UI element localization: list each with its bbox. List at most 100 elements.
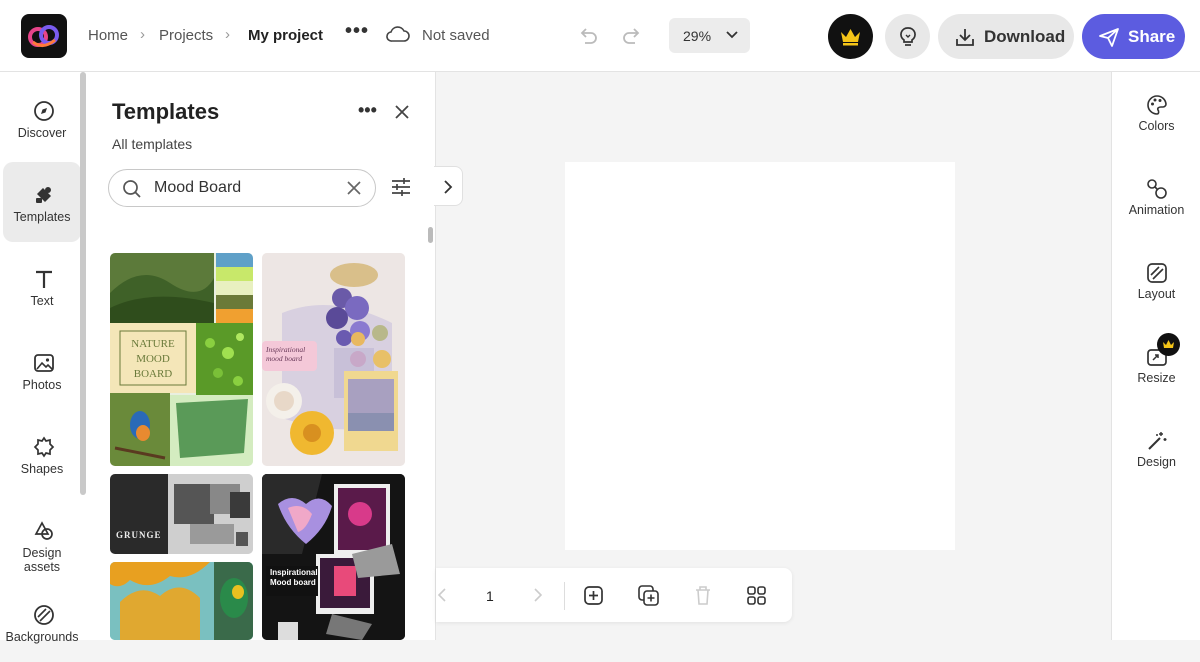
previous-page-icon[interactable] — [436, 588, 448, 602]
share-button[interactable]: Share — [1082, 14, 1185, 59]
redo-icon[interactable] — [621, 24, 643, 46]
chevron-right-icon — [444, 180, 453, 194]
page-number: 1 — [486, 588, 494, 604]
rail-label: Layout — [1137, 287, 1176, 301]
rail-label: Animation — [1128, 203, 1185, 217]
download-label: Download — [984, 27, 1066, 46]
breadcrumb-home[interactable]: Home — [88, 27, 128, 44]
send-icon — [1099, 28, 1119, 47]
rail-item-text[interactable]: Text — [3, 246, 81, 326]
rail-item-design-assets[interactable]: Design assets — [3, 498, 81, 578]
templates-icon — [36, 187, 51, 203]
page-toolbar: 1 — [436, 568, 792, 622]
photo-icon — [34, 354, 54, 372]
rail-item-design[interactable]: Design — [1112, 408, 1200, 488]
template-thumbnail — [262, 474, 405, 640]
toolbar-divider — [564, 582, 565, 610]
save-status: Not saved — [422, 27, 490, 44]
template-caption: GRUNGE — [116, 530, 162, 540]
zoom-value: 29% — [683, 28, 712, 44]
template-caption: Inspirational Mood board — [270, 568, 318, 587]
panel-more-icon[interactable]: ••• — [358, 100, 377, 121]
lightbulb-icon — [900, 27, 916, 46]
rail-item-discover[interactable]: Discover — [3, 78, 81, 158]
rail-item-shapes[interactable]: Shapes — [3, 414, 81, 494]
left-rail: Discover Templates Text Photos Shapes De… — [0, 72, 88, 644]
shapes-icon — [33, 436, 55, 458]
right-rail: Colors Animation Layout Resize Design — [1111, 72, 1200, 640]
rail-item-layout[interactable]: Layout — [1112, 240, 1200, 320]
rail-scrollbar[interactable] — [80, 72, 86, 495]
zoom-dropdown[interactable]: 29% — [669, 18, 750, 53]
magic-wand-icon — [1148, 432, 1167, 450]
rail-label: Templates — [13, 210, 71, 224]
collapse-panel-button[interactable] — [434, 166, 463, 206]
breadcrumb-projects[interactable]: Projects — [159, 27, 213, 44]
rail-item-templates[interactable]: Templates — [3, 162, 81, 242]
grid-view-icon[interactable] — [746, 585, 767, 606]
text-icon — [36, 270, 52, 288]
rail-label: Backgrounds — [5, 630, 79, 644]
design-canvas[interactable] — [565, 162, 955, 550]
delete-page-icon[interactable] — [693, 585, 713, 606]
templates-panel: Templates All templates ••• Mood Board N… — [88, 72, 436, 640]
design-assets-icon — [34, 521, 53, 540]
rail-item-backgrounds[interactable]: Backgrounds — [3, 582, 81, 662]
app-logo[interactable] — [21, 14, 67, 58]
palette-icon — [1147, 95, 1167, 115]
rail-item-animation[interactable]: Animation — [1112, 156, 1200, 236]
template-card[interactable] — [110, 562, 253, 640]
panel-title: Templates — [112, 99, 220, 124]
next-page-icon[interactable] — [532, 588, 544, 602]
ideas-button[interactable] — [885, 14, 930, 59]
rail-label: Text — [30, 294, 54, 308]
template-thumbnail — [110, 474, 253, 554]
template-card[interactable]: GRUNGE — [110, 474, 253, 554]
rail-label: Discover — [17, 126, 67, 140]
template-caption: Inspirational mood board — [266, 345, 306, 363]
template-thumbnail — [110, 562, 253, 640]
creative-cloud-logo-icon — [28, 25, 59, 47]
cloud-icon — [386, 26, 410, 42]
premium-badge — [1157, 333, 1180, 356]
breadcrumb-current: My project — [248, 27, 324, 44]
duplicate-page-icon[interactable] — [637, 584, 660, 607]
rail-label: Design assets — [22, 546, 62, 574]
rail-item-colors[interactable]: Colors — [1112, 72, 1200, 152]
template-card[interactable]: Inspirational Mood board — [262, 474, 405, 640]
compass-icon — [34, 101, 54, 121]
crown-icon — [841, 29, 860, 46]
download-icon — [956, 29, 974, 46]
rail-label: Photos — [22, 378, 62, 392]
crown-icon — [1163, 340, 1174, 348]
chevron-down-icon — [726, 31, 738, 39]
backgrounds-icon — [34, 605, 54, 625]
top-bar: Home › Projects › My project ••• Not sav… — [0, 0, 1200, 72]
undo-icon[interactable] — [577, 24, 599, 46]
close-icon[interactable] — [394, 104, 410, 120]
share-label: Share — [1128, 27, 1176, 46]
animation-icon — [1147, 179, 1167, 199]
rail-label: Shapes — [20, 462, 64, 476]
rail-item-photos[interactable]: Photos — [3, 330, 81, 410]
layout-icon — [1147, 263, 1167, 283]
search-input[interactable] — [154, 178, 334, 198]
panel-scrollbar[interactable] — [428, 227, 433, 243]
add-page-icon[interactable] — [583, 585, 604, 606]
clear-icon[interactable] — [347, 181, 361, 195]
chevron-right-icon: › — [140, 26, 145, 43]
template-caption: NATURE MOOD BOARD — [131, 338, 175, 380]
chevron-right-icon: › — [225, 26, 230, 43]
more-options-icon[interactable]: ••• — [345, 20, 369, 43]
rail-item-resize[interactable]: Resize — [1112, 324, 1200, 404]
download-button[interactable]: Download — [938, 14, 1074, 59]
search-icon — [123, 180, 141, 198]
filter-icon[interactable] — [390, 176, 412, 198]
premium-button[interactable] — [828, 14, 873, 59]
template-card[interactable]: NATURE MOOD BOARD — [110, 253, 253, 466]
panel-subtitle: All templates — [112, 136, 193, 152]
template-card[interactable]: Inspirational mood board — [262, 253, 405, 466]
rail-label: Design — [1137, 455, 1176, 469]
rail-label: Resize — [1137, 371, 1176, 385]
search-field[interactable] — [108, 169, 376, 207]
